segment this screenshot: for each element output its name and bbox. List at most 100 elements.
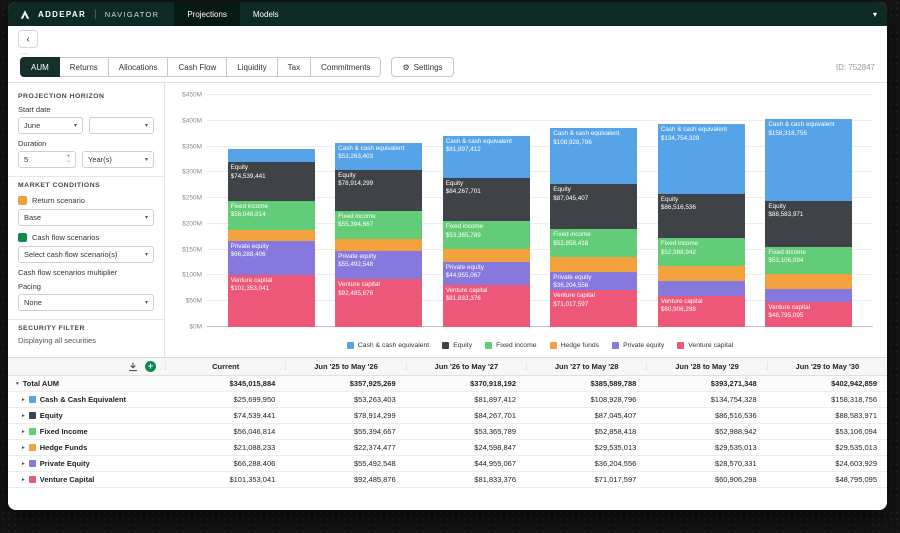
column-header-jun-25-to-may-26[interactable]: Jun '25 to May '26 [285, 362, 405, 371]
chart-bar-jun-25-to-may-26[interactable]: Cash & cash equivalent$53,263,403Equity$… [335, 143, 422, 327]
topbar-tab-projections[interactable]: Projections [174, 2, 240, 26]
row-label-cash-cash-equivalent[interactable]: ▸Cash & Cash Equivalent [8, 395, 165, 404]
chart-bar-jun-27-to-may-28[interactable]: Cash & cash equivalent$108,928,796Equity… [550, 128, 637, 327]
row-label-private-equity[interactable]: ▸Private Equity [8, 459, 165, 468]
tab-allocations[interactable]: Allocations [108, 57, 169, 77]
column-header-jun-29-to-may-30[interactable]: Jun '29 to May '30 [767, 362, 887, 371]
segment-equity[interactable]: Equity$78,914,299 [335, 170, 422, 211]
segment-fixed-income[interactable]: Fixed income$52,988,942 [658, 238, 745, 265]
settings-button[interactable]: ⚙ Settings [391, 57, 453, 77]
cash-flow-scenarios-select[interactable]: Select cash flow scenario(s) ▾ [18, 246, 154, 263]
segment-venture-capital[interactable]: Venture capital$48,795,095 [765, 302, 852, 327]
chart-bar-jun-26-to-may-27[interactable]: Cash & cash equivalent$81,897,412Equity$… [443, 136, 530, 327]
caret-right-icon[interactable]: ▸ [22, 461, 25, 467]
segment-venture-capital[interactable]: Venture capital$71,017,597 [550, 290, 637, 327]
chevron-down-icon[interactable]: ▾ [873, 10, 877, 19]
tab-commitments[interactable]: Commitments [310, 57, 381, 77]
segment-hedge-funds[interactable] [658, 266, 745, 281]
segment-cash-cash-equivalent[interactable]: Cash & cash equivalent$108,928,796 [550, 128, 637, 184]
segment-equity[interactable]: Equity$74,539,441 [228, 162, 315, 200]
segment-equity[interactable]: Equity$86,516,536 [658, 194, 745, 239]
cell-value: $345,015,884 [165, 379, 285, 388]
segment-private-equity[interactable] [658, 281, 745, 296]
add-button[interactable]: + [145, 361, 156, 372]
back-button[interactable]: ‹ [18, 30, 38, 48]
cash-flow-scenarios-icon [18, 233, 27, 242]
caret-right-icon[interactable]: ▸ [22, 413, 25, 419]
download-button[interactable] [128, 362, 138, 372]
cell-value: $24,603,929 [767, 459, 887, 468]
caret-right-icon[interactable]: ▸ [22, 429, 25, 435]
row-label-equity[interactable]: ▸Equity [8, 411, 165, 420]
segment-private-equity[interactable]: Private equity$44,955,067 [443, 262, 530, 285]
stepper-buttons[interactable]: +− [66, 155, 70, 165]
segment-cash-cash-equivalent[interactable]: Cash & cash equivalent$158,318,756 [765, 119, 852, 201]
segment-venture-capital[interactable]: Venture capital$60,906,298 [658, 296, 745, 327]
duration-unit-select[interactable]: Year(s) ▾ [82, 151, 154, 168]
tab-returns[interactable]: Returns [59, 57, 109, 77]
segment-fixed-income[interactable]: Fixed income$53,106,094 [765, 247, 852, 274]
segment-fixed-income[interactable]: Fixed income$55,394,667 [335, 211, 422, 240]
segment-private-equity[interactable]: Private equity$55,492,548 [335, 251, 422, 280]
tab-liquidity[interactable]: Liquidity [226, 57, 277, 77]
column-header-jun-27-to-may-28[interactable]: Jun '27 to May '28 [526, 362, 646, 371]
segment-cash-cash-equivalent[interactable]: Cash & cash equivalent$53,263,403 [335, 143, 422, 170]
segment-fixed-income[interactable]: Fixed income$52,858,418 [550, 229, 637, 256]
segment-cash-cash-equivalent[interactable]: Cash & cash equivalent$134,754,328 [658, 124, 745, 193]
return-scenario-select[interactable]: Base ▾ [18, 209, 154, 226]
segment-venture-capital[interactable]: Venture capital$92,485,876 [335, 279, 422, 327]
start-month-select[interactable]: June ▾ [18, 117, 83, 134]
column-header-jun-26-to-may-27[interactable]: Jun '26 to May '27 [406, 362, 526, 371]
segment-cash-cash-equivalent[interactable]: Cash & cash equivalent$81,897,412 [443, 136, 530, 178]
segment-hedge-funds[interactable] [443, 249, 530, 262]
tab-tax[interactable]: Tax [277, 57, 311, 77]
tab-cash-flow[interactable]: Cash Flow [167, 57, 227, 77]
row-label-total-aum[interactable]: ▾Total AUM [8, 379, 165, 388]
row-label-venture-capital[interactable]: ▸Venture Capital [8, 475, 165, 484]
legend-swatch [677, 342, 684, 349]
legend-item-fixed-income: Fixed income [485, 342, 536, 349]
decrement-icon[interactable]: − [66, 160, 70, 165]
table-row-cash-cash-equivalent[interactable]: ▸Cash & Cash Equivalent$25,699,950$53,26… [8, 392, 887, 408]
table-row-venture-capital[interactable]: ▸Venture Capital$101,353,041$92,485,876$… [8, 472, 887, 488]
segment-hedge-funds[interactable] [335, 239, 422, 251]
start-year-select[interactable]: ▾ [89, 117, 154, 134]
segment-hedge-funds[interactable] [550, 257, 637, 272]
caret-right-icon[interactable]: ▸ [22, 397, 25, 403]
segment-equity[interactable]: Equity$88,583,971 [765, 201, 852, 247]
cell-value: $36,204,556 [526, 459, 646, 468]
segment-name: Equity [231, 164, 314, 172]
table-row-total-aum[interactable]: ▾Total AUM$345,015,884$357,925,269$370,9… [8, 376, 887, 392]
segment-fixed-income[interactable]: Fixed income$53,365,789 [443, 221, 530, 249]
segment-equity[interactable]: Equity$87,045,407 [550, 184, 637, 229]
segment-equity[interactable]: Equity$84,267,701 [443, 178, 530, 221]
segment-private-equity[interactable] [765, 289, 852, 302]
table-row-hedge-funds[interactable]: ▸Hedge Funds$21,088,233$22,374,477$24,59… [8, 440, 887, 456]
segment-venture-capital[interactable]: Venture capital$101,353,041 [228, 275, 315, 327]
pacing-select[interactable]: None ▾ [18, 294, 154, 311]
segment-name: Fixed income [768, 249, 851, 257]
caret-right-icon[interactable]: ▸ [22, 477, 25, 483]
segment-private-equity[interactable]: Private equity$66,288,406 [228, 241, 315, 275]
segment-fixed-income[interactable]: Fixed income$56,046,814 [228, 201, 315, 230]
segment-private-equity[interactable]: Private equity$36,204,556 [550, 272, 637, 291]
row-label-hedge-funds[interactable]: ▸Hedge Funds [8, 443, 165, 452]
column-header-current[interactable]: Current [165, 362, 285, 371]
duration-stepper[interactable]: 5 +− [18, 151, 76, 168]
table-row-private-equity[interactable]: ▸Private Equity$66,288,406$55,492,548$44… [8, 456, 887, 472]
segment-hedge-funds[interactable] [765, 274, 852, 289]
caret-right-icon[interactable]: ▸ [22, 445, 25, 451]
segment-hedge-funds[interactable] [228, 230, 315, 241]
chart-bar-jun-29-to-may-30[interactable]: Cash & cash equivalent$158,318,756Equity… [765, 119, 852, 327]
chart-bar-jun-28-to-may-29[interactable]: Cash & cash equivalent$134,754,328Equity… [658, 124, 745, 327]
row-label-fixed-income[interactable]: ▸Fixed Income [8, 427, 165, 436]
chart-bar-current[interactable]: Equity$74,539,441Fixed income$56,046,814… [228, 149, 315, 327]
topbar-tab-models[interactable]: Models [240, 2, 292, 26]
tab-aum[interactable]: AUM [20, 57, 60, 77]
caret-down-icon[interactable]: ▾ [16, 381, 19, 387]
table-row-equity[interactable]: ▸Equity$74,539,441$78,914,299$84,267,701… [8, 408, 887, 424]
column-header-jun-28-to-may-29[interactable]: Jun '28 to May '29 [646, 362, 766, 371]
table-row-fixed-income[interactable]: ▸Fixed Income$56,046,814$55,394,667$53,3… [8, 424, 887, 440]
segment-cash-cash-equivalent[interactable] [228, 149, 315, 162]
segment-venture-capital[interactable]: Venture capital$81,833,376 [443, 285, 530, 327]
